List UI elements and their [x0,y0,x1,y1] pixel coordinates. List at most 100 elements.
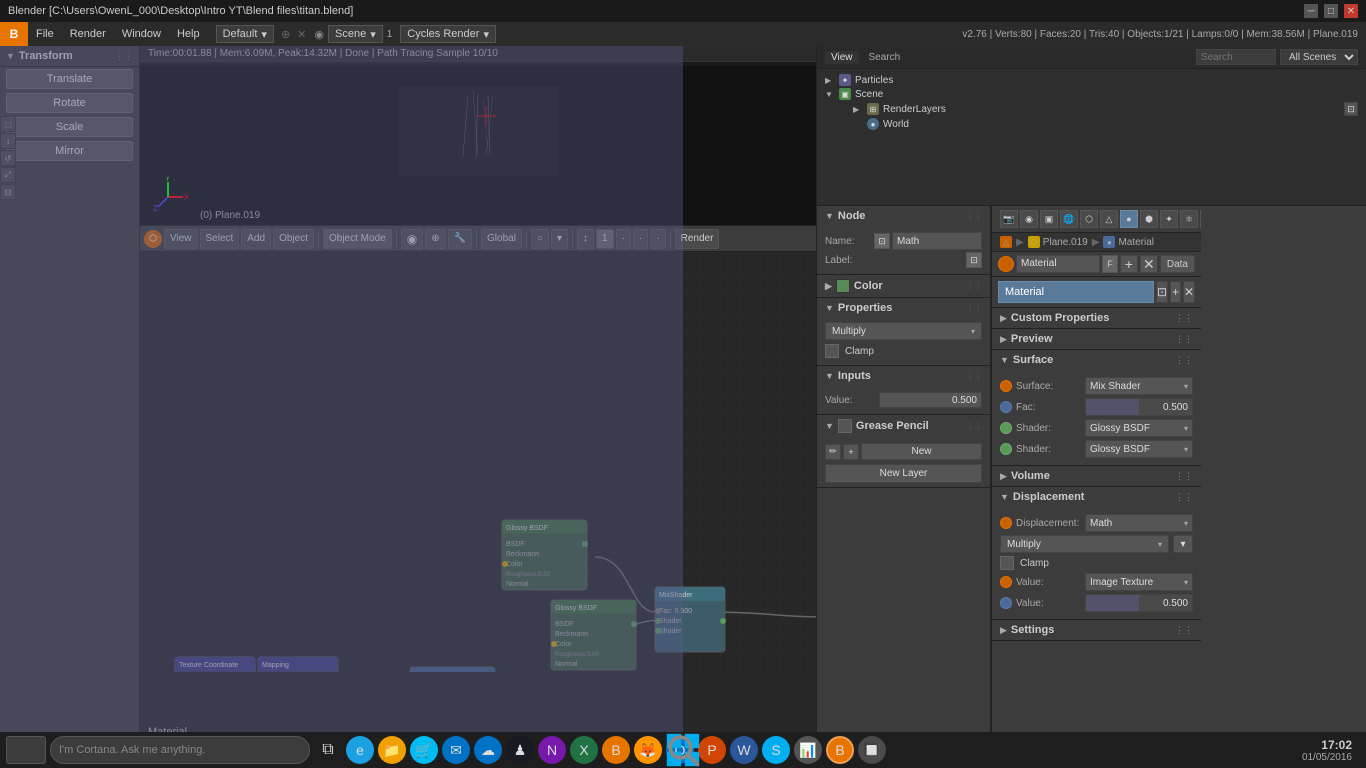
multiply-extra[interactable]: ▾ [1173,535,1193,553]
volume-title: Volume [1011,470,1175,482]
mat-icon-material[interactable]: ● [1120,210,1138,228]
engine-dropdown[interactable]: Cycles Render ▾ [400,25,496,43]
operation-dropdown[interactable]: Multiply ▾ [825,322,982,340]
settings-header[interactable]: ▶ Settings ⋮⋮ [992,620,1201,640]
scene-selector[interactable]: All Scenes [1280,49,1358,65]
surface-socket [1000,380,1012,392]
mat-type-dropdown[interactable]: Material [1016,255,1100,273]
value2-field[interactable]: 0.500 [1085,594,1193,612]
preview-header[interactable]: ▶ Preview ⋮⋮ [992,329,1201,349]
renderlayers-arrow: ▶ [853,105,863,114]
mat-icon-render[interactable]: ◉ [1020,210,1038,228]
particles-arrow: ▶ [825,76,835,85]
mat-name-add[interactable]: + [1170,281,1181,303]
menu-file[interactable]: File [28,22,62,46]
value-label: Value: [825,395,875,406]
outline-scene[interactable]: ▼ ▣ Scene [825,87,1358,101]
layout-remove[interactable]: ✕ [297,28,306,41]
maximize-button[interactable]: □ [1324,4,1338,18]
tab-view[interactable]: View [825,51,859,64]
displacement-header[interactable]: ▼ Displacement ⋮⋮ [992,487,1201,507]
mat-icon-world[interactable]: 🌐 [1060,210,1078,228]
mat-icon-object[interactable]: ⬡ [1080,210,1098,228]
gp-buttons: ✏ + New [825,443,982,460]
cortana-search[interactable]: I'm Cortana. Ask me anything. [50,736,310,764]
layout-dropdown[interactable]: Default ▾ [216,25,274,43]
inputs-header[interactable]: ▼ Inputs ⋮⋮ [817,366,990,386]
mat-icon-texture[interactable]: ⬢ [1140,210,1158,228]
mat-icon-constraints[interactable]: 🔗 [1200,210,1201,228]
taskbar: I'm Cortana. Ask me anything. ⧉ e 📁 🛒 ✉ … [0,732,1366,768]
surface-val-arrow: ▾ [1184,382,1188,391]
value-field[interactable]: 0.500 [879,392,982,408]
gp-new-btn[interactable]: New [861,443,982,460]
gp-add-btn[interactable]: + [843,444,859,460]
scene-dropdown[interactable]: Scene ▾ [328,25,383,43]
node-section-header[interactable]: ▼ Node ⋮⋮ [817,206,990,226]
window-controls: ─ □ ✕ [1304,4,1358,18]
props-header[interactable]: ▼ Properties ⋮⋮ [817,298,990,318]
minimize-button[interactable]: ─ [1304,4,1318,18]
name-field-area: ⊡ Math [874,232,982,250]
mat-icon-scene[interactable]: ▣ [1040,210,1058,228]
disp-body: Displacement: Math ▾ Multiply ▾ [992,507,1201,619]
outline-world[interactable]: ● World [853,117,1358,131]
gp-checkbox[interactable] [838,419,852,433]
gp-arrow: ▼ [825,421,834,431]
preview-arrow: ▶ [1000,334,1007,345]
value1-field[interactable]: Image Texture ▾ [1085,573,1193,591]
mat-name-icon[interactable]: ⊡ [1156,281,1168,303]
fac-field[interactable]: 0.500 [1085,398,1193,416]
settings-opts: ⋮⋮ [1175,625,1193,636]
settings-arrow: ▶ [1000,625,1007,636]
shader2-value[interactable]: Glossy BSDF ▾ [1085,440,1193,458]
custom-props-section: ▶ Custom Properties ⋮⋮ [992,308,1201,329]
mat-icon-particle[interactable]: ✦ [1160,210,1178,228]
gp-new-layer-btn[interactable]: New Layer [825,464,982,483]
props-title: Properties [838,302,892,314]
value1-row: Value: Image Texture ▾ [1000,573,1193,591]
color-header[interactable]: ▶ Color ⋮⋮ [817,275,990,297]
disp-value[interactable]: Math ▾ [1085,514,1193,532]
volume-opts: ⋮⋮ [1175,471,1193,482]
layout-add[interactable]: ⊕ [278,28,293,41]
surface-value[interactable]: Mix Shader ▾ [1085,377,1193,395]
outline-particles[interactable]: ▶ ✦ Particles [825,73,1358,87]
name-field[interactable]: Math [892,232,982,250]
tab-search[interactable]: Search [863,51,907,64]
mat-icon-camera[interactable]: 📷 [1000,210,1018,228]
gp-edit-btn[interactable]: ✏ [825,444,841,460]
value-row: Value: 0.500 [825,392,982,408]
close-button[interactable]: ✕ [1344,4,1358,18]
menu-window[interactable]: Window [114,22,169,46]
outline-search-input[interactable] [1196,49,1276,65]
operation-value: Multiply [832,326,866,337]
mat-del-btn[interactable]: ✕ [1140,255,1158,273]
multiply-dropdown[interactable]: Multiply ▾ [1000,535,1169,553]
surface-header[interactable]: ▼ Surface ⋮⋮ [992,350,1201,370]
volume-header[interactable]: ▶ Volume ⋮⋮ [992,466,1201,486]
scene-icon: ◉ [314,28,324,41]
custom-props-opts: ⋮⋮ [1175,313,1193,324]
menu-render[interactable]: Render [62,22,114,46]
mat-name-del[interactable]: ✕ [1183,281,1195,303]
disp-title: Displacement [1013,491,1175,503]
mat-icon-mesh[interactable]: △ [1100,210,1118,228]
mat-icon-physics[interactable]: ⚛ [1180,210,1198,228]
outline-renderlayers[interactable]: ▶ ⊞ RenderLayers ⊡ [853,101,1358,117]
breadcrumb-mat-name: Material [1118,237,1154,248]
gp-header[interactable]: ▼ Grease Pencil ⋮⋮ [817,415,990,437]
mat-add-btn[interactable]: + [1120,255,1138,273]
operation-arrow: ▾ [971,327,975,336]
color-opts: ⋮⋮ [966,282,982,291]
surface-section: ▼ Surface ⋮⋮ Surface: Mix Shader ▾ [992,350,1201,466]
disp-clamp-check[interactable] [1000,556,1014,570]
clamp-checkbox[interactable] [825,344,839,358]
layout-area: Default ▾ ⊕ ✕ [216,25,307,43]
shader1-value[interactable]: Glossy BSDF ▾ [1085,419,1193,437]
mat-name-input[interactable] [998,281,1154,303]
menu-help[interactable]: Help [169,22,208,46]
shader2-row: Shader: Glossy BSDF ▾ [1000,440,1193,458]
mat-data-btn[interactable]: Data [1160,255,1195,273]
custom-props-header[interactable]: ▶ Custom Properties ⋮⋮ [992,308,1201,328]
